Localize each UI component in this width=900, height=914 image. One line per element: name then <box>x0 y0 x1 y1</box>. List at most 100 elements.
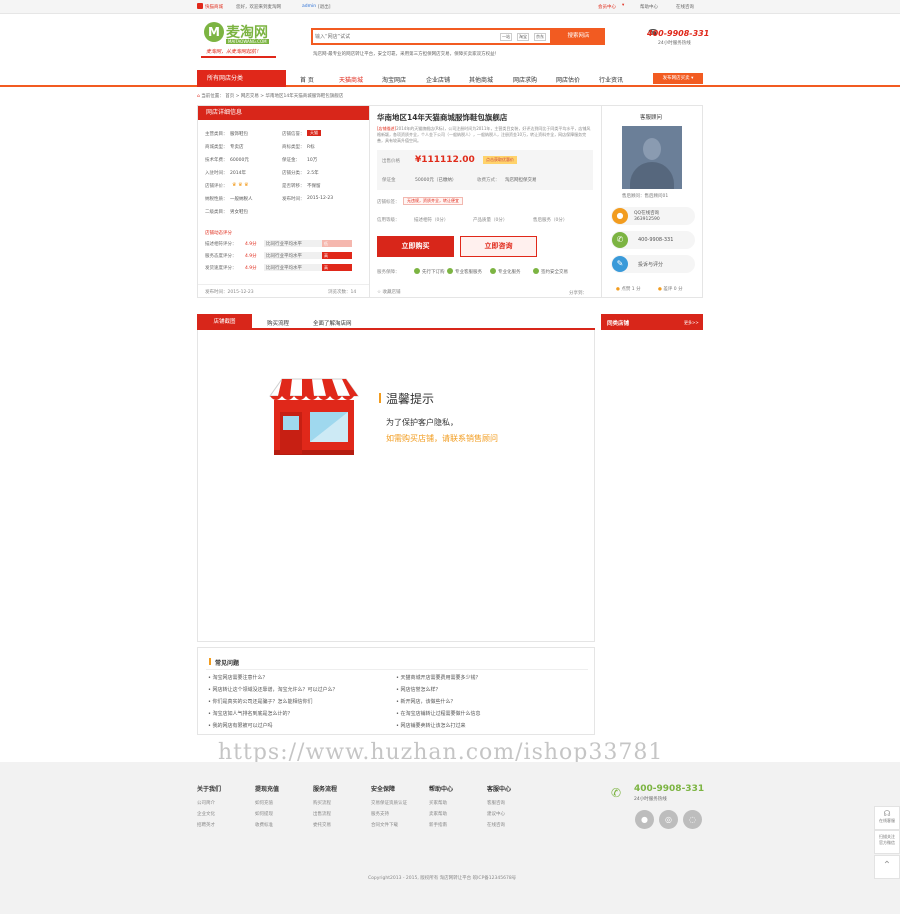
footer-link[interactable]: 建议中心 <box>487 811 511 817</box>
nav-news[interactable]: 行业资讯 <box>599 75 623 84</box>
tab-process[interactable]: 购买流程 <box>267 319 289 327</box>
dislike-label: 差评 0 分 <box>663 287 683 292</box>
category-menu[interactable]: 所有网店分类 <box>197 70 286 87</box>
search-tab-2[interactable]: 淘宝 <box>517 33 529 41</box>
side-service-button[interactable]: ☊ 在线客服 <box>874 806 900 830</box>
tags-value: 无违规，资质齐全，转让便宜 <box>403 197 463 205</box>
faq-item[interactable]: • 网店信誉怎么样？ <box>396 686 441 693</box>
username-link[interactable]: admin <box>302 4 316 9</box>
check-3[interactable]: 售后服务（0分） <box>533 217 567 223</box>
shop-info-divider <box>198 284 369 285</box>
nav-home[interactable]: 首 页 <box>300 75 314 84</box>
wechat-icon[interactable]: ◌ <box>683 810 702 829</box>
nav-wanted[interactable]: 网店求购 <box>513 75 537 84</box>
logout-link[interactable]: [退出] <box>318 4 331 10</box>
shop-info-key: 店铺分类： <box>282 171 305 176</box>
advisor-header: 客服顾问 <box>640 115 663 121</box>
footer-link[interactable]: 新手指南 <box>429 822 453 828</box>
price-badge[interactable]: 点击获取优惠价 <box>483 156 517 164</box>
nav-valuation[interactable]: 网店估价 <box>556 75 580 84</box>
footer-link[interactable]: 买家帮助 <box>429 800 453 806</box>
buy-now-button[interactable]: 立即购买 <box>377 236 454 257</box>
faq-item[interactable]: • 网店转让这个领域没还靠谱，淘宝允许么？可以过户么？ <box>208 686 338 693</box>
footer-link[interactable]: 公司简介 <box>197 800 221 806</box>
footer-column-title: 服务流程 <box>313 786 338 793</box>
like-button[interactable]: ● 点赞 1 分 <box>616 286 641 292</box>
topbar-logo-link[interactable]: 快猫商城 <box>205 4 223 10</box>
shop-info-value: 10万 <box>307 158 318 163</box>
footer-link[interactable]: 客服咨询 <box>487 800 511 806</box>
shop-info-value: 2.5年 <box>307 171 319 176</box>
footer-link[interactable]: 企业文化 <box>197 811 221 817</box>
footer-link[interactable]: 如何充值 <box>255 800 279 806</box>
similar-header-bar: 同类店铺 更多>> <box>601 314 703 330</box>
publish-label: 发布网店买卖 <box>662 76 690 81</box>
side-qr2-label: 官方微信 <box>879 840 895 845</box>
search-box: 一站 淘宝 京东 <box>311 28 552 45</box>
faq-item[interactable]: • 淘宝店如人气排名到底是怎么计的？ <box>208 710 293 717</box>
tab-screenshots[interactable]: 店铺截图 <box>197 314 252 330</box>
faq-item[interactable]: • 你们是真实的公司还是骗子？怎么能相信你们 <box>208 698 313 705</box>
footer-link[interactable]: 委托交易 <box>313 822 337 828</box>
fav-link[interactable]: ☆ 收藏店铺 <box>377 289 400 295</box>
footer-link[interactable]: 交易保证资质认证 <box>371 800 407 806</box>
complain-button[interactable]: ✎ 投诉与评分 <box>611 255 695 273</box>
shop-info-key: 店铺评价： <box>205 184 228 189</box>
similar-more-link[interactable]: 更多>> <box>684 320 699 326</box>
faq-item[interactable]: • 我的网店有限被可以过户吗 <box>208 722 273 729</box>
footer-link[interactable]: 购买流程 <box>313 800 337 806</box>
notice-marker <box>379 393 381 403</box>
complain-icon: ✎ <box>612 256 628 272</box>
footer-link[interactable]: 服务支持 <box>371 811 407 817</box>
faq-item[interactable]: • 淘宝网店需要注意什么？ <box>208 674 268 681</box>
faq-item[interactable]: • 天猫商城开店需要费用需要多少钱？ <box>396 674 481 681</box>
check-2[interactable]: 产品质量（0分） <box>473 217 507 223</box>
price-value: ¥111112.00 <box>415 155 475 165</box>
browse-count: 浏览次数：14 <box>328 290 357 295</box>
nav-other[interactable]: 其他商城 <box>469 75 493 84</box>
tab-about[interactable]: 全面了解淘店网 <box>313 319 352 327</box>
footer-link[interactable]: 出售流程 <box>313 811 337 817</box>
dsr-score: 4.9分 <box>245 266 257 271</box>
faq-item[interactable]: • 网店铺要卖转让该怎么打过来 <box>396 722 466 729</box>
nav-taobao[interactable]: 淘宝网店 <box>382 75 406 84</box>
qq-icon[interactable]: ● <box>635 810 654 829</box>
help-center-link[interactable]: 帮助中心 <box>640 4 658 10</box>
breadcrumb-home[interactable]: 首页 <box>225 94 234 99</box>
search-tab-3[interactable]: 京东 <box>534 33 546 41</box>
shop-info-key: 入驻时间： <box>205 171 228 176</box>
footer-link[interactable]: 合同文件下载 <box>371 822 407 828</box>
footer-link[interactable]: 如何提现 <box>255 811 279 817</box>
detail-tabs: 店铺截图 购买流程 全面了解淘店网 <box>197 314 595 330</box>
back-to-top-button[interactable]: ⌃ <box>874 855 900 879</box>
nav-enterprise[interactable]: 企业店铺 <box>426 75 450 84</box>
shop-info-value: 服饰鞋包 <box>230 132 248 137</box>
search-button[interactable]: 搜索网店 <box>552 28 605 45</box>
member-center-link[interactable]: 会员中心 <box>598 4 616 10</box>
slogan: 麦淘网，从麦淘网起航！ <box>206 49 262 55</box>
footer-link[interactable]: 卖家帮助 <box>429 811 453 817</box>
online-service-link[interactable]: 在线咨询 <box>676 4 694 10</box>
dsr-key: 服务态度评分： <box>205 254 237 259</box>
breadcrumb-level2[interactable]: 网店交易 <box>241 94 259 99</box>
thumb-up-icon: ● <box>616 287 620 292</box>
side-qr-button[interactable]: 扫描关注 官方微信 <box>874 830 900 854</box>
nav-tmall[interactable]: 天猫商城 <box>339 75 363 84</box>
slogan-divider <box>201 56 276 58</box>
phone-button[interactable]: ✆ 400-9908-331 <box>611 231 695 249</box>
publish-button[interactable]: 发布网店买卖 ▾ <box>653 73 703 84</box>
faq-item[interactable]: • 在淘宝店铺转让过程需要做什么信息 <box>396 710 481 717</box>
search-input[interactable] <box>315 32 495 42</box>
consult-button[interactable]: 立即咨询 <box>460 236 537 257</box>
search-tab-1[interactable]: 一站 <box>500 33 512 41</box>
footer-link[interactable]: 招聘英才 <box>197 822 221 828</box>
dislike-button[interactable]: ● 差评 0 分 <box>658 286 683 292</box>
footer-link[interactable]: 在线咨询 <box>487 822 511 828</box>
weibo-icon[interactable]: ◎ <box>659 810 678 829</box>
dsr-key: 描述相符评分： <box>205 242 237 247</box>
footer-link[interactable]: 收费标准 <box>255 822 279 828</box>
phone-icon: ✆ <box>612 232 628 248</box>
check-1[interactable]: 描述相符（0分） <box>414 217 448 223</box>
qq-button[interactable]: ● QQ在线咨询 363912590 <box>611 207 695 225</box>
faq-item[interactable]: • 新开网店，该做些什么？ <box>396 698 456 705</box>
